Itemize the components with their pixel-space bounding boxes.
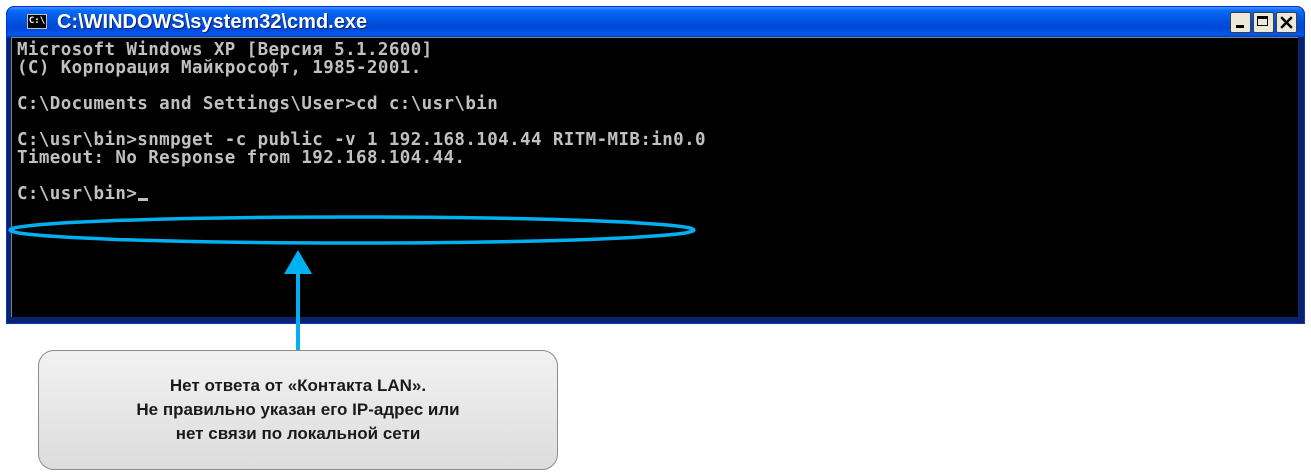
window-title: C:\WINDOWS\system32\cmd.exe bbox=[57, 11, 368, 33]
annotation-callout: Нет ответа от «Контакта LAN». Не правиль… bbox=[38, 350, 558, 470]
close-icon bbox=[1280, 16, 1293, 29]
console-line: (С) Корпорация Майкрософт, 1985-2001. bbox=[17, 58, 422, 78]
console-icon[interactable]: C:\ bbox=[27, 14, 47, 29]
console-prompt[interactable]: C:\usr\bin> bbox=[17, 184, 149, 204]
console-output[interactable]: Microsoft Windows XP [Версия 5.1.2600] (… bbox=[11, 37, 1298, 317]
callout-line: Нет ответа от «Контакта LAN». bbox=[169, 376, 427, 395]
console-line-timeout: Timeout: No Response from 192.168.104.44… bbox=[17, 148, 466, 168]
cmd-window: C:\ C:\WINDOWS\system32\cmd.exe Microsof… bbox=[6, 6, 1305, 324]
title-bar[interactable]: C:\ C:\WINDOWS\system32\cmd.exe bbox=[7, 7, 1304, 37]
console-line: C:\Documents and Settings\User>cd c:\usr… bbox=[17, 94, 499, 114]
minimize-button[interactable] bbox=[1230, 12, 1251, 33]
prompt-text: C:\usr\bin> bbox=[17, 184, 138, 204]
console-line: Microsoft Windows XP [Версия 5.1.2600] bbox=[17, 40, 433, 60]
close-button[interactable] bbox=[1276, 12, 1297, 33]
callout-line: Не правильно указан его IP-адрес или bbox=[136, 400, 460, 419]
callout-line: нет связи по локальной сети bbox=[175, 424, 421, 443]
console-line: C:\usr\bin>snmpget -c public -v 1 192.16… bbox=[17, 130, 706, 150]
text-cursor bbox=[138, 198, 149, 201]
maximize-button[interactable] bbox=[1253, 12, 1274, 33]
